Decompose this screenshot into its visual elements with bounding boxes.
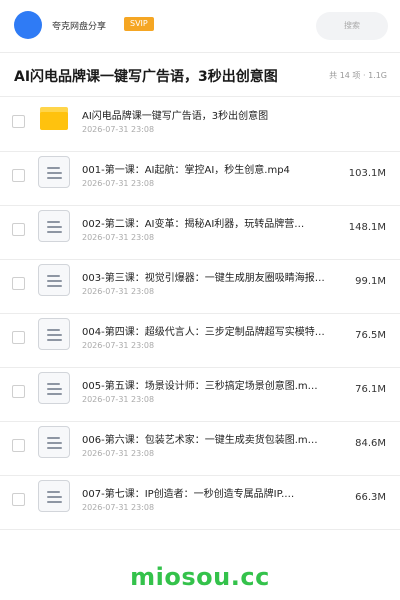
file-size: 84.6M	[355, 438, 386, 449]
folder-row[interactable]: AI闪电品牌课一键写广告语，3秒出创意图 2026-07-31 23:08	[0, 98, 400, 152]
file-size: 99.1M	[355, 276, 386, 287]
file-name[interactable]: 002-第二课：AI变革：揭秘AI利器，玩转品牌营…	[82, 215, 350, 230]
row-icon	[38, 156, 70, 188]
file-row[interactable]: 004-第四课：超级代言人：三步定制品牌超写实模特… 2026-07-31 23:…	[0, 314, 400, 368]
file-size: 148.1M	[348, 222, 386, 233]
row-icon	[38, 480, 70, 512]
svip-badge: SVIP	[124, 17, 154, 31]
file-row[interactable]: 003-第三课：视觉引爆器：一键生成朋友圈吸睛海报… 2026-07-31 23:…	[0, 260, 400, 314]
row-checkbox[interactable]	[12, 493, 25, 506]
document-icon	[38, 480, 70, 512]
file-name[interactable]: 007-第七课：IP创造者：一秒创造专属品牌IP.…	[82, 485, 350, 500]
row-checkbox[interactable]	[12, 115, 25, 128]
row-checkbox[interactable]	[12, 439, 25, 452]
folder-meta: 共 14 项 · 1.1G	[329, 71, 387, 80]
file-row[interactable]: 006-第六课：包装艺术家：一键生成卖货包装图.m… 2026-07-31 23:…	[0, 422, 400, 476]
file-name[interactable]: 001-第一课：AI起航：掌控AI，秒生创意.mp4	[82, 161, 350, 176]
row-checkbox[interactable]	[12, 331, 25, 344]
row-icon	[38, 372, 70, 404]
file-name[interactable]: 003-第三课：视觉引爆器：一键生成朋友圈吸睛海报…	[82, 269, 350, 284]
search-input[interactable]: 搜索	[316, 12, 388, 40]
file-name[interactable]: AI闪电品牌课一键写广告语，3秒出创意图	[82, 107, 350, 122]
document-icon	[38, 426, 70, 458]
row-icon	[38, 264, 70, 296]
row-checkbox[interactable]	[12, 223, 25, 236]
file-size: 76.5M	[355, 330, 386, 341]
file-date: 2026-07-31 23:08	[82, 233, 155, 242]
row-divider	[0, 529, 400, 530]
row-icon	[38, 102, 70, 134]
row-icon	[38, 210, 70, 242]
file-date: 2026-07-31 23:08	[82, 503, 155, 512]
divider	[0, 52, 400, 53]
file-date: 2026-07-31 23:08	[82, 179, 155, 188]
document-icon	[38, 318, 70, 350]
document-icon	[38, 264, 70, 296]
file-name[interactable]: 005-第五课：场景设计师：三秒搞定场景创意图.m…	[82, 377, 350, 392]
watermark: miosou.cc	[130, 563, 270, 591]
document-icon	[38, 210, 70, 242]
file-row[interactable]: 002-第二课：AI变革：揭秘AI利器，玩转品牌营… 2026-07-31 23:…	[0, 206, 400, 260]
file-row[interactable]: 005-第五课：场景设计师：三秒搞定场景创意图.m… 2026-07-31 23:…	[0, 368, 400, 422]
row-checkbox[interactable]	[12, 169, 25, 182]
row-icon	[38, 318, 70, 350]
row-checkbox[interactable]	[12, 277, 25, 290]
document-icon	[38, 372, 70, 404]
folder-title: AI闪电品牌课一键写广告语，3秒出创意图	[14, 69, 278, 85]
row-checkbox[interactable]	[12, 385, 25, 398]
file-row[interactable]: 007-第七课：IP创造者：一秒创造专属品牌IP.… 2026-07-31 23:…	[0, 476, 400, 530]
divider	[0, 96, 400, 97]
top-bar: 夸克网盘分享 SVIP 搜索	[0, 0, 400, 52]
file-name[interactable]: 004-第四课：超级代言人：三步定制品牌超写实模特…	[82, 323, 350, 338]
row-icon	[38, 426, 70, 458]
file-name[interactable]: 006-第六课：包装艺术家：一键生成卖货包装图.m…	[82, 431, 350, 446]
file-date: 2026-07-31 23:08	[82, 125, 155, 134]
file-row[interactable]: 001-第一课：AI起航：掌控AI，秒生创意.mp4 2026-07-31 23:…	[0, 152, 400, 206]
avatar[interactable]	[14, 11, 42, 39]
file-date: 2026-07-31 23:08	[82, 341, 155, 350]
folder-icon	[40, 107, 68, 130]
file-date: 2026-07-31 23:08	[82, 449, 155, 458]
file-size: 76.1M	[355, 384, 386, 395]
document-icon	[38, 156, 70, 188]
file-date: 2026-07-31 23:08	[82, 395, 155, 404]
share-title: 夸克网盘分享	[52, 22, 107, 32]
file-size: 66.3M	[355, 492, 386, 503]
file-size: 103.1M	[348, 168, 386, 179]
file-date: 2026-07-31 23:08	[82, 287, 155, 296]
